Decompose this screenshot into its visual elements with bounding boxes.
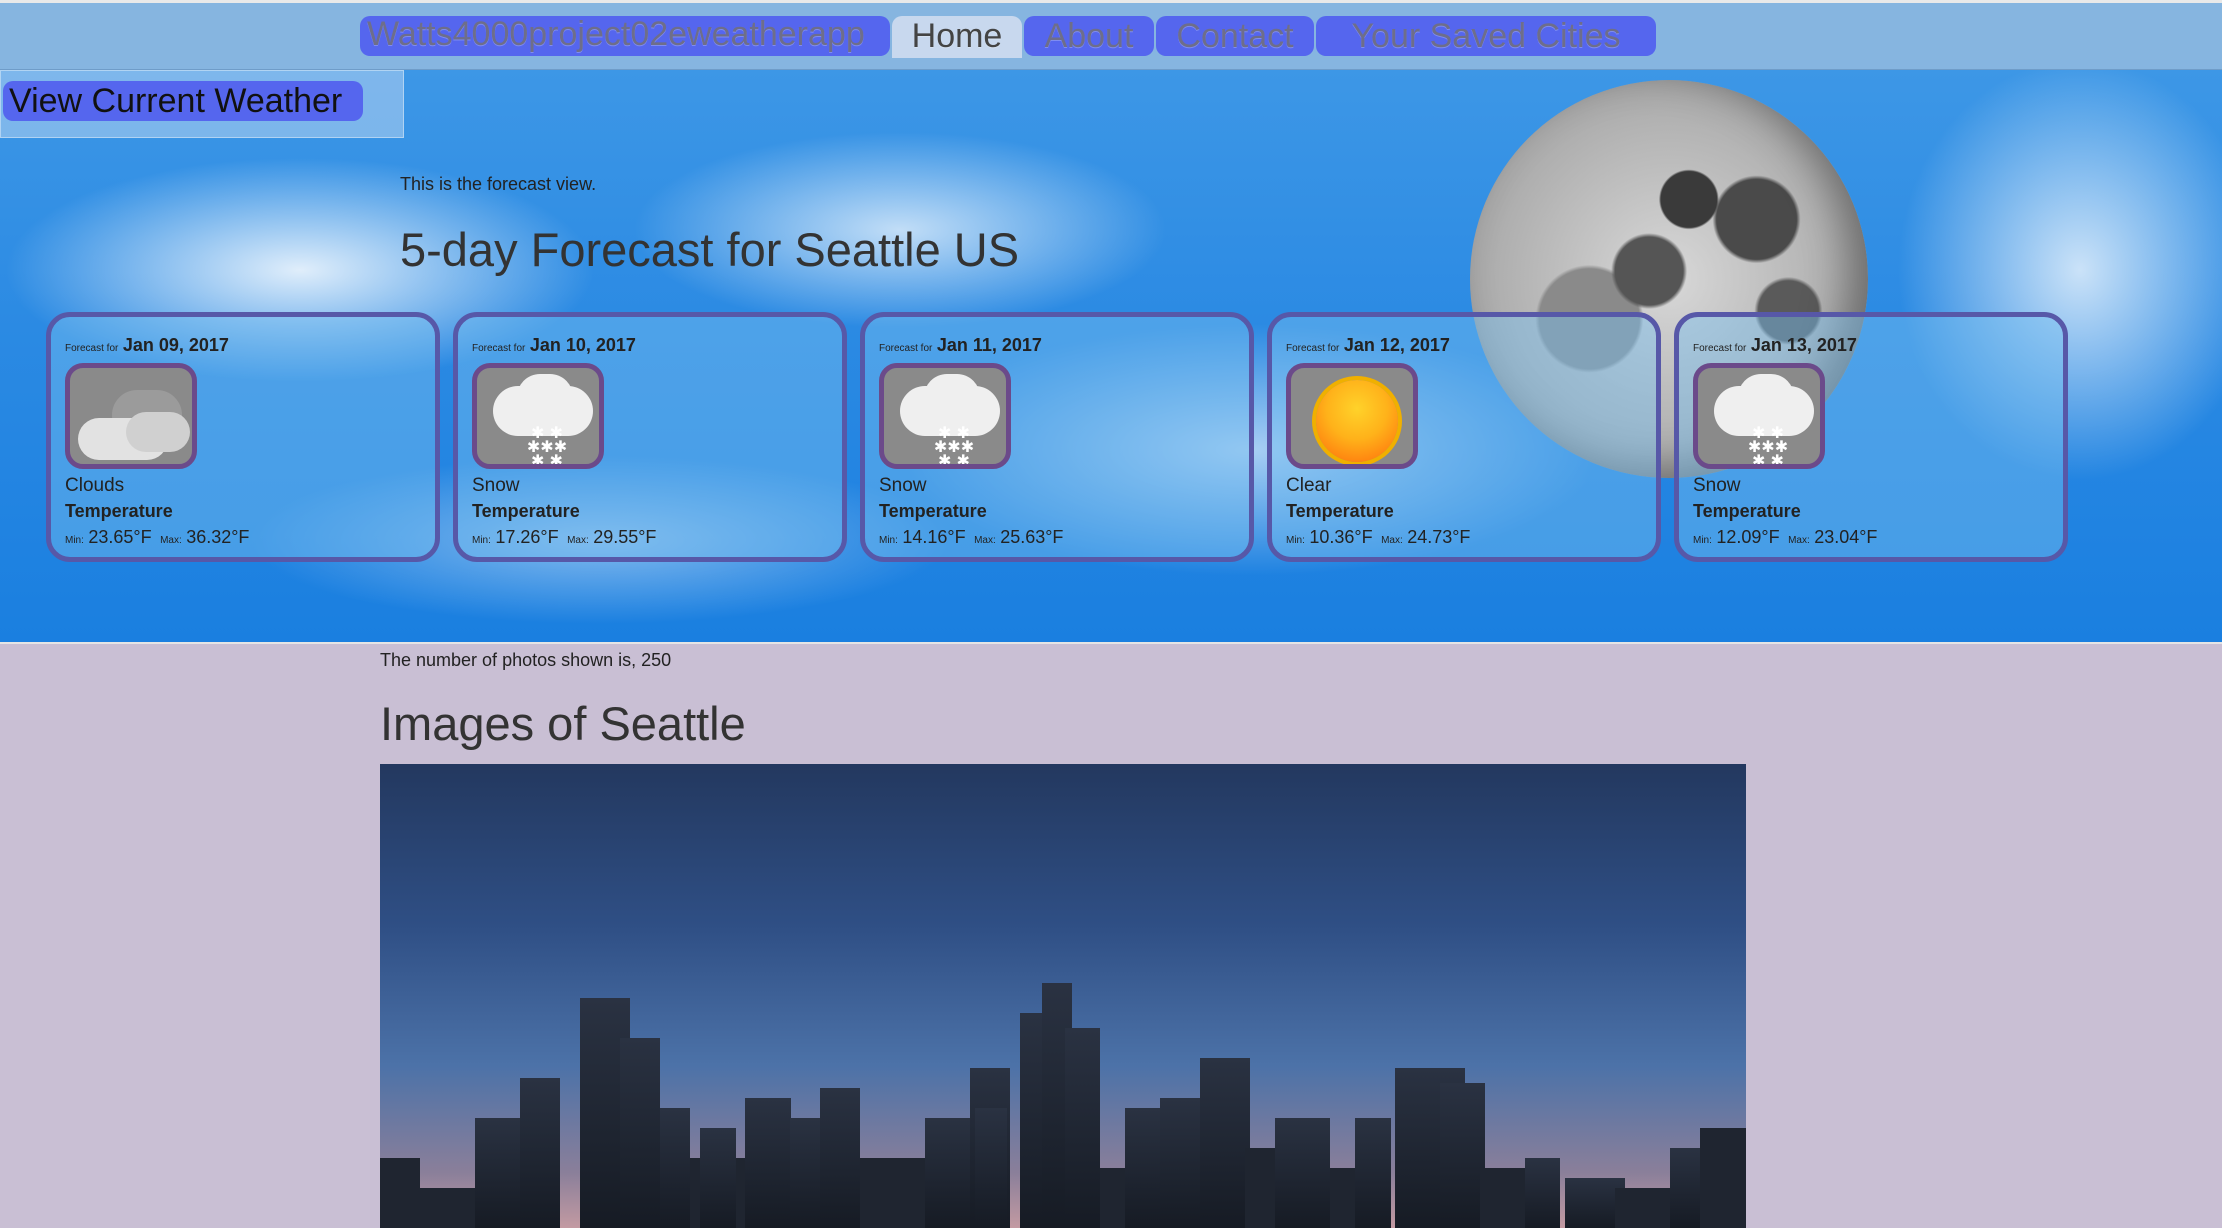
min-label: Min: bbox=[472, 535, 491, 546]
forecast-condition: Clouds bbox=[65, 475, 125, 496]
forecast-for-label: Forecast for bbox=[65, 343, 119, 354]
max-label: Max: bbox=[567, 535, 589, 546]
forecast-for-label: Forecast for bbox=[1693, 343, 1747, 354]
max-temp: 23.04°F bbox=[1814, 527, 1878, 547]
min-temp: 12.09°F bbox=[1716, 527, 1780, 547]
forecast-title: 5-day Forecast for Seattle US bbox=[400, 223, 1020, 276]
clouds-icon bbox=[65, 363, 197, 469]
forecast-card: Forecast for Jan 10, 2017 ✱ ✱ ✱✱✱ ✱ ✱ Snow… bbox=[453, 312, 847, 562]
min-temp: 10.36°F bbox=[1309, 527, 1373, 547]
forecast-date: Jan 12, 2017 bbox=[1343, 335, 1450, 355]
max-label: Max: bbox=[974, 535, 996, 546]
brand-link[interactable]: Watts4000project02eweatherapp bbox=[360, 16, 890, 56]
forecast-card: Forecast for Jan 11, 2017 ✱ ✱ ✱✱✱ ✱ ✱ Snow… bbox=[860, 312, 1254, 562]
card-date-row: Forecast for Jan 11, 2017 bbox=[879, 335, 1042, 356]
temperature-range: Min: 12.09°F Max: 23.04°F bbox=[1693, 527, 1881, 548]
view-current-weather-button[interactable]: View Current Weather bbox=[3, 81, 363, 121]
seattle-skyline-photo[interactable] bbox=[380, 764, 1746, 1228]
photo-count-text: The number of photos shown is, 250 bbox=[380, 650, 672, 670]
temperature-label: Temperature bbox=[472, 501, 580, 521]
nav-home[interactable]: Home bbox=[892, 16, 1022, 58]
temperature-range: Min: 14.16°F Max: 25.63°F bbox=[879, 527, 1067, 548]
temperature-range: Min: 17.26°F Max: 29.55°F bbox=[472, 527, 660, 548]
min-temp: 14.16°F bbox=[902, 527, 966, 547]
max-label: Max: bbox=[1788, 535, 1810, 546]
forecast-hero: View Current Weather This is the forecas… bbox=[0, 70, 2222, 644]
temperature-label: Temperature bbox=[65, 501, 173, 521]
forecast-condition: Clear bbox=[1286, 475, 1332, 496]
temperature-label: Temperature bbox=[1693, 501, 1801, 521]
forecast-condition: Snow bbox=[879, 475, 927, 496]
forecast-date: Jan 11, 2017 bbox=[936, 335, 1042, 355]
nav-saved-cities[interactable]: Your Saved Cities bbox=[1316, 16, 1656, 56]
temperature-range: Min: 10.36°F Max: 24.73°F bbox=[1286, 527, 1474, 548]
max-temp: 25.63°F bbox=[1000, 527, 1064, 547]
nav-about[interactable]: About bbox=[1024, 16, 1154, 56]
card-date-row: Forecast for Jan 10, 2017 bbox=[472, 335, 636, 356]
card-date-row: Forecast for Jan 09, 2017 bbox=[65, 335, 229, 356]
view-weather-panel: View Current Weather bbox=[0, 70, 404, 138]
forecast-card: Forecast for Jan 13, 2017 ✱ ✱ ✱✱✱ ✱ ✱ Snow… bbox=[1674, 312, 2068, 562]
max-temp: 24.73°F bbox=[1407, 527, 1471, 547]
max-temp: 36.32°F bbox=[186, 527, 250, 547]
sun-icon bbox=[1286, 363, 1418, 469]
forecast-condition: Snow bbox=[472, 475, 520, 496]
forecast-date: Jan 10, 2017 bbox=[529, 335, 636, 355]
forecast-date: Jan 09, 2017 bbox=[122, 335, 229, 355]
max-temp: 29.55°F bbox=[593, 527, 657, 547]
forecast-card: Forecast for Jan 12, 2017 Clear Temperat… bbox=[1267, 312, 1661, 562]
max-label: Max: bbox=[160, 535, 182, 546]
card-date-row: Forecast for Jan 13, 2017 bbox=[1693, 335, 1857, 356]
forecast-card: Forecast for Jan 09, 2017 Clouds Tempera… bbox=[46, 312, 440, 562]
forecast-for-label: Forecast for bbox=[472, 343, 526, 354]
snow-icon: ✱ ✱ ✱✱✱ ✱ ✱ bbox=[472, 363, 604, 469]
forecast-intro-text: This is the forecast view. bbox=[400, 174, 597, 194]
min-label: Min: bbox=[1286, 535, 1305, 546]
max-label: Max: bbox=[1381, 535, 1403, 546]
forecast-date: Jan 13, 2017 bbox=[1750, 335, 1857, 355]
temperature-label: Temperature bbox=[1286, 501, 1394, 521]
snow-icon: ✱ ✱ ✱✱✱ ✱ ✱ bbox=[1693, 363, 1825, 469]
min-temp: 23.65°F bbox=[88, 527, 152, 547]
images-title: Images of Seattle bbox=[380, 697, 746, 750]
nav-contact[interactable]: Contact bbox=[1156, 16, 1314, 56]
forecast-condition: Snow bbox=[1693, 475, 1741, 496]
forecast-for-label: Forecast for bbox=[879, 343, 933, 354]
temperature-label: Temperature bbox=[879, 501, 987, 521]
min-label: Min: bbox=[65, 535, 84, 546]
snow-icon: ✱ ✱ ✱✱✱ ✱ ✱ bbox=[879, 363, 1011, 469]
min-label: Min: bbox=[1693, 535, 1712, 546]
forecast-for-label: Forecast for bbox=[1286, 343, 1340, 354]
temperature-range: Min: 23.65°F Max: 36.32°F bbox=[65, 527, 253, 548]
min-temp: 17.26°F bbox=[495, 527, 559, 547]
card-date-row: Forecast for Jan 12, 2017 bbox=[1286, 335, 1450, 356]
top-navbar: Watts4000project02eweatherapp Home About… bbox=[0, 0, 2222, 70]
min-label: Min: bbox=[879, 535, 898, 546]
